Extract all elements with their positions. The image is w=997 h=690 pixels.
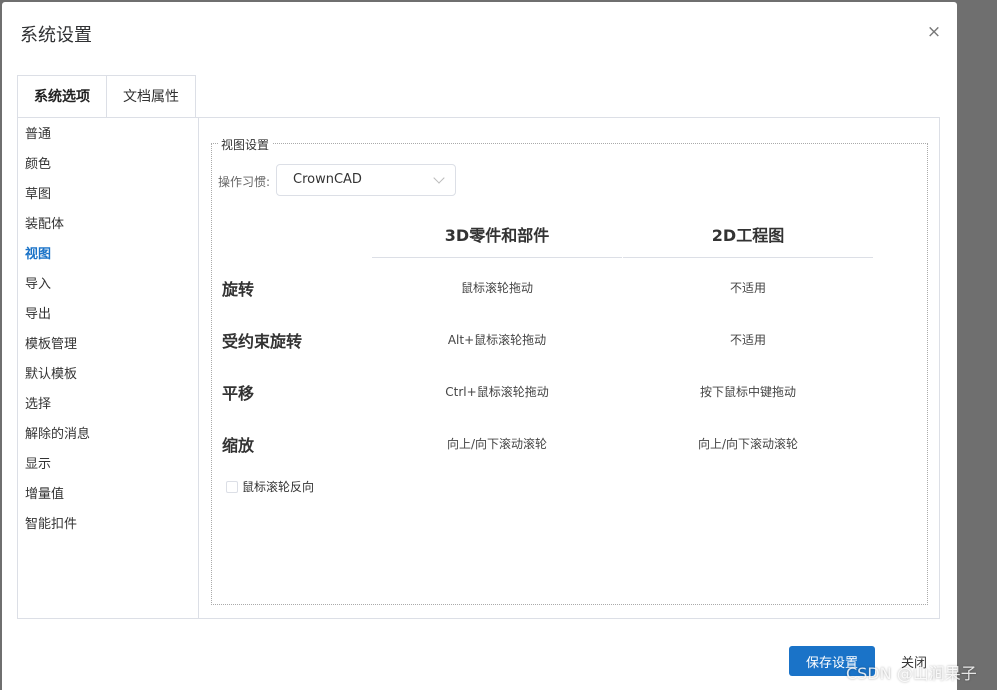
sidebar-item-selection[interactable]: 选择 (18, 394, 198, 424)
chevron-down-icon (433, 172, 445, 184)
cell-constrained-rotate-2d: 不适用 (729, 333, 766, 347)
reverse-wheel-label: 鼠标滚轮反向 (242, 480, 315, 494)
cell-pan-3d: Ctrl+鼠标滚轮拖动 (445, 385, 549, 399)
sidebar-item-general[interactable]: 普通 (18, 124, 198, 154)
tab-bar: 系统选项 文档属性 (17, 75, 196, 118)
row-label-pan: 平移 (222, 384, 255, 403)
cell-zoom-3d: 向上/向下滚动滚轮 (446, 437, 548, 451)
view-settings-legend: 视图设置 (218, 136, 273, 153)
watermark: CSDN @山涧果子 (846, 664, 977, 683)
tab-document-properties[interactable]: 文档属性 (107, 75, 196, 118)
sidebar-item-sketch[interactable]: 草图 (18, 184, 198, 214)
row-label-zoom: 缩放 (222, 436, 255, 455)
sidebar-item-dismissed-messages[interactable]: 解除的消息 (18, 424, 198, 454)
dialog-title: 系统设置 (20, 25, 92, 46)
operation-habit-label: 操作习惯: (218, 175, 271, 189)
sidebar-item-assembly[interactable]: 装配体 (18, 214, 198, 244)
cell-zoom-2d: 向上/向下滚动滚轮 (697, 437, 799, 451)
cell-rotate-3d: 鼠标滚轮拖动 (460, 281, 533, 295)
sidebar-item-smart-fasteners[interactable]: 智能扣件 (18, 514, 198, 544)
cell-constrained-rotate-3d: Alt+鼠标滚轮拖动 (447, 333, 547, 347)
cell-pan-2d: 按下鼠标中键拖动 (699, 385, 796, 399)
column-header-2d-drawing: 2D工程图 (711, 226, 785, 245)
column-divider (372, 257, 622, 258)
row-label-constrained-rotate: 受约束旋转 (222, 332, 303, 351)
sidebar-item-template-management[interactable]: 模板管理 (18, 334, 198, 364)
column-header-3d-parts: 3D零件和部件 (444, 226, 550, 245)
reverse-wheel-checkbox[interactable]: 鼠标滚轮反向 (226, 478, 314, 495)
close-icon[interactable]: × (924, 22, 944, 42)
settings-content: 视图设置 操作习惯: CrownCAD 3D零件和部件 2D工程图 旋转 鼠标滚… (198, 117, 940, 619)
settings-sidebar: 普通 颜色 草图 装配体 视图 导入 导出 模板管理 默认模板 选择 解除的消息… (17, 117, 198, 619)
view-settings-group: 视图设置 操作习惯: CrownCAD 3D零件和部件 2D工程图 旋转 鼠标滚… (211, 136, 928, 605)
operation-habit-value: CrownCAD (293, 172, 362, 187)
sidebar-item-display[interactable]: 显示 (18, 454, 198, 484)
tab-system-options[interactable]: 系统选项 (17, 75, 107, 118)
row-label-rotate: 旋转 (222, 280, 255, 299)
checkbox-box[interactable] (226, 480, 238, 493)
column-divider (623, 257, 873, 258)
sidebar-item-export[interactable]: 导出 (18, 304, 198, 334)
operation-habit-select[interactable]: CrownCAD (276, 164, 456, 196)
sidebar-item-increments[interactable]: 增量值 (18, 484, 198, 514)
sidebar-item-colors[interactable]: 颜色 (18, 154, 198, 184)
sidebar-item-view[interactable]: 视图 (18, 244, 198, 274)
sidebar-item-default-template[interactable]: 默认模板 (18, 364, 198, 394)
sidebar-item-import[interactable]: 导入 (18, 274, 198, 304)
cell-rotate-2d: 不适用 (729, 281, 766, 295)
